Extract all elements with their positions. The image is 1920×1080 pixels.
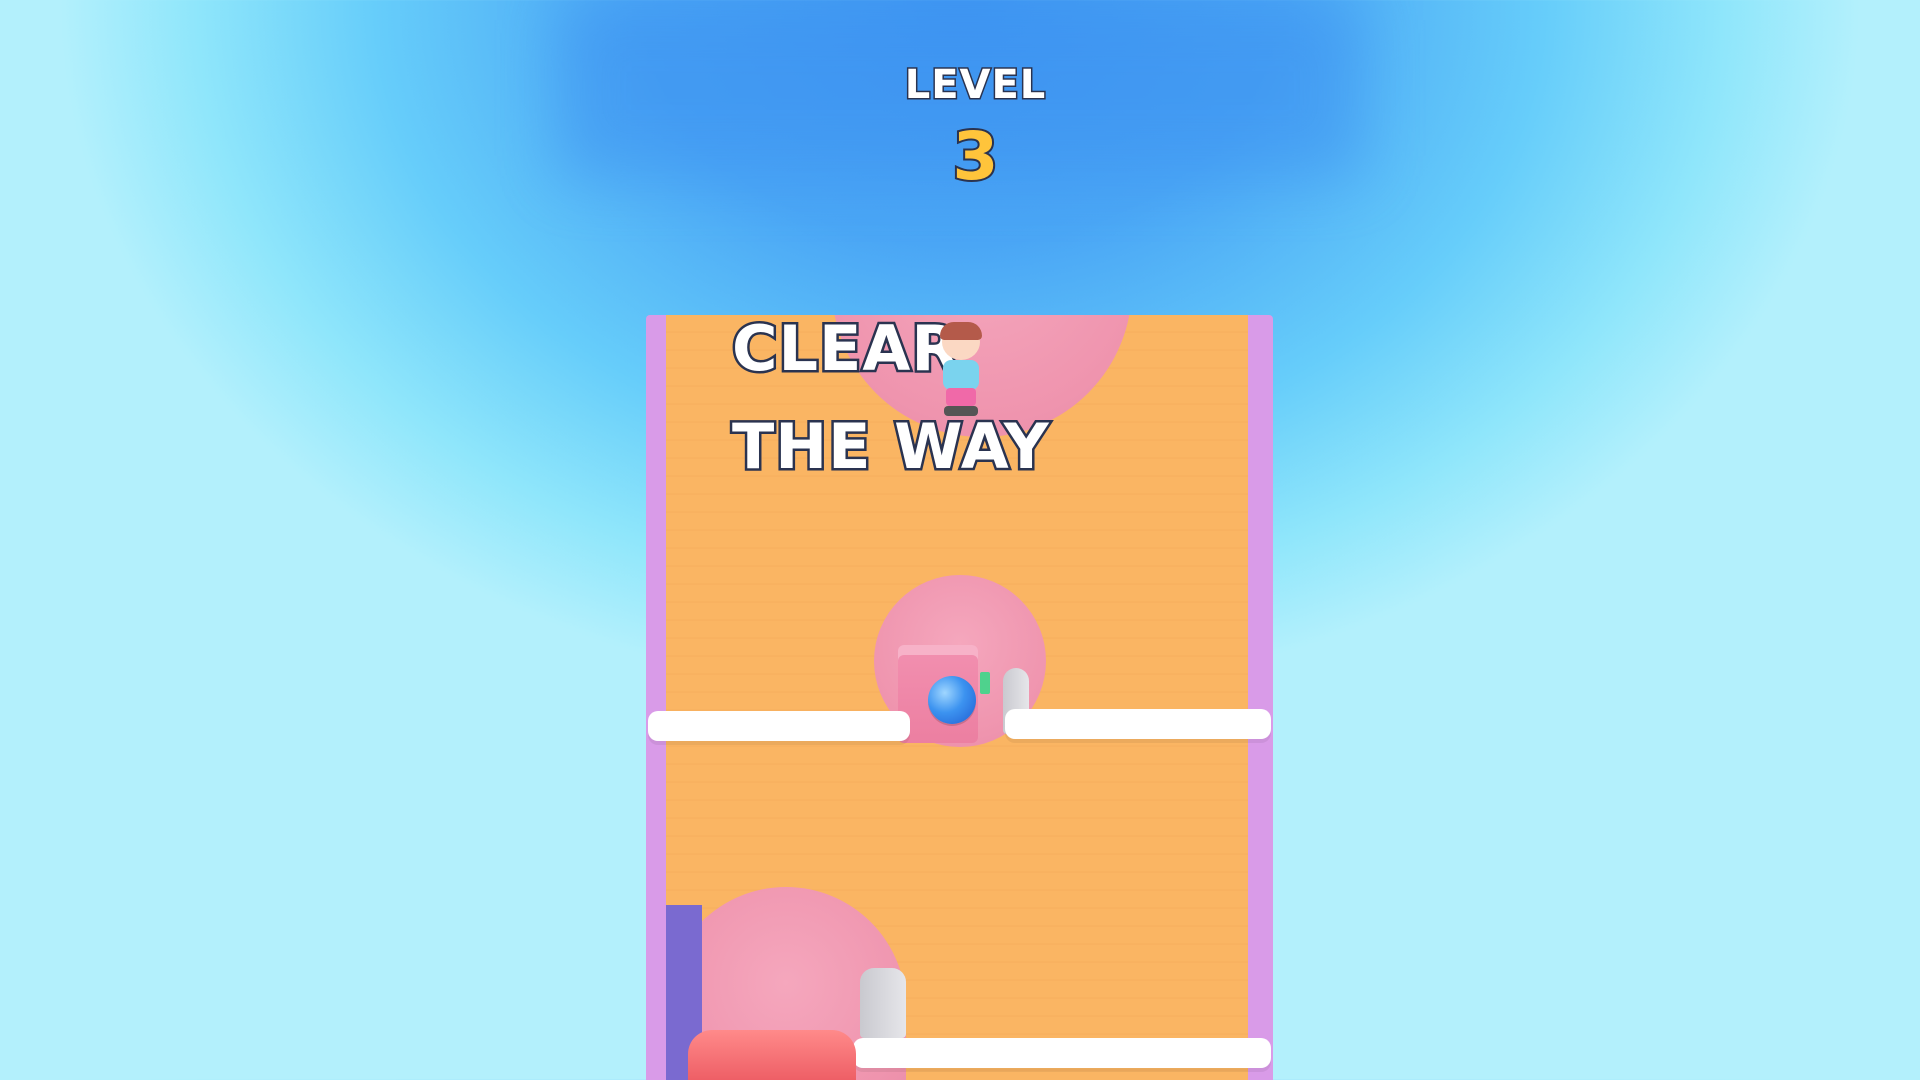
level-label: LEVEL xyxy=(903,61,1047,110)
game-screen: { "hud": { "level_label": "LEVEL", "leve… xyxy=(0,0,1920,1080)
character-body xyxy=(943,360,979,390)
ball-icon[interactable] xyxy=(928,676,976,724)
pin-left-middle[interactable] xyxy=(648,711,910,741)
headline-line2: THE WAY xyxy=(730,408,1052,486)
character-legs xyxy=(946,388,976,406)
character-hair xyxy=(940,322,982,340)
ball-tag-icon xyxy=(980,672,990,694)
pin-right-middle[interactable] xyxy=(1005,709,1271,739)
stone-bottom xyxy=(860,968,906,1038)
character-feet xyxy=(944,406,978,416)
character-icon xyxy=(934,322,988,422)
red-cart xyxy=(688,1030,856,1080)
headline-line1: CLEAR xyxy=(729,310,961,388)
pin-bottom[interactable] xyxy=(853,1038,1271,1068)
level-number: 3 xyxy=(951,116,1001,197)
